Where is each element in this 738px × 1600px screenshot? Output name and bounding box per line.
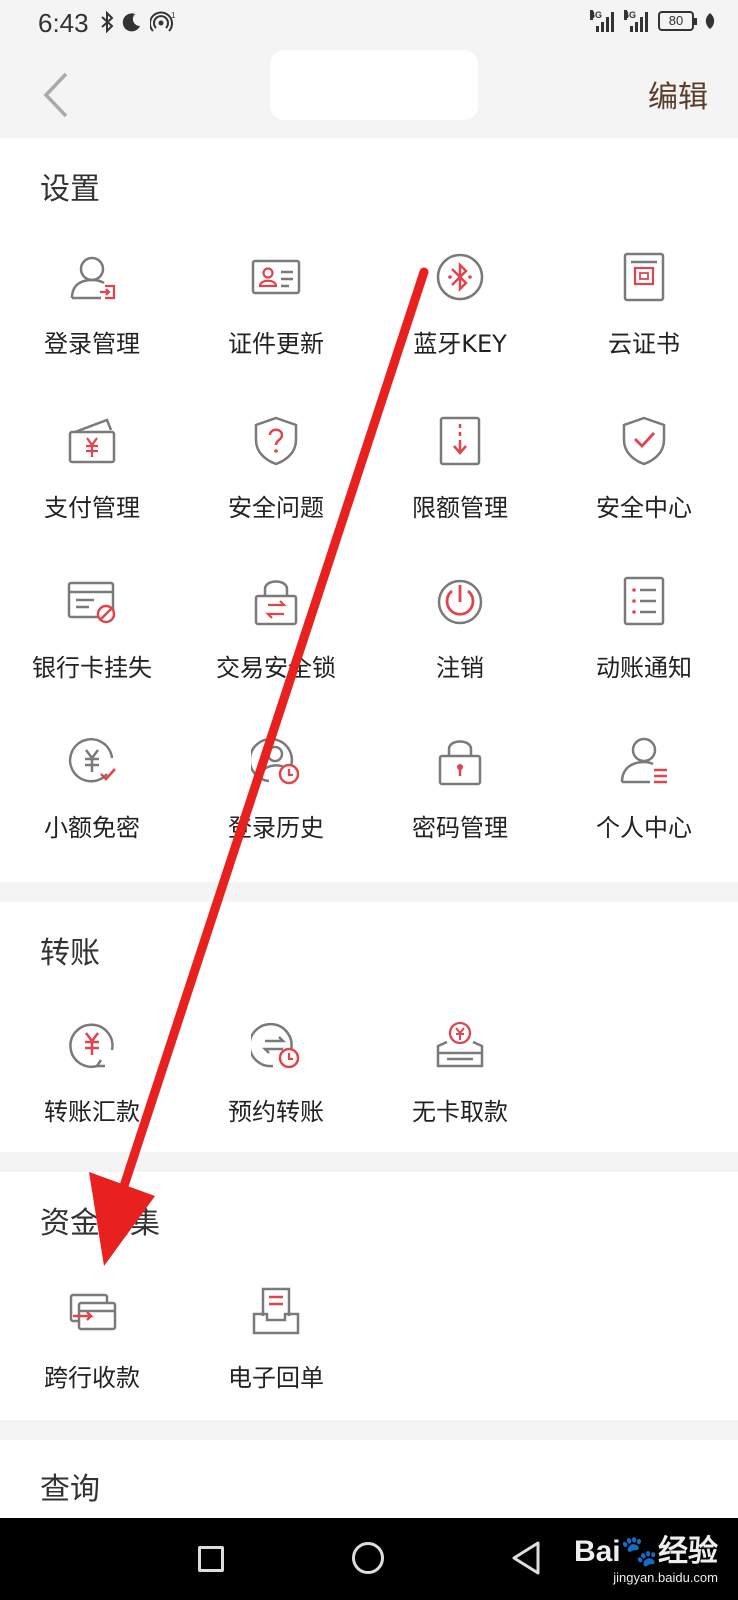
grid-item-label: 安全问题: [228, 494, 324, 522]
yen-transfer-icon: [69, 1023, 114, 1068]
moon-icon: [122, 13, 140, 32]
grid-item-security-question[interactable]: 安全问题: [184, 416, 368, 546]
grid-item-limit-management[interactable]: 限额管理: [368, 416, 552, 546]
scheduled-transfer-icon: [251, 1022, 300, 1069]
user-profile-icon: [620, 737, 667, 784]
grid-item-account-notice[interactable]: 动账通知: [552, 576, 736, 706]
grid-item-label: 限额管理: [412, 494, 508, 522]
grid-item-label: 密码管理: [412, 814, 508, 842]
section-title: 转账: [40, 936, 100, 971]
grid-item-label: 跨行收款: [44, 1364, 140, 1392]
grid-item-label: 动账通知: [596, 654, 692, 682]
padlock-icon: [438, 740, 482, 786]
grid-item-label: 登录历史: [228, 814, 324, 842]
grid-item-login-management[interactable]: 登录管理: [0, 252, 184, 382]
leaf-icon: [705, 13, 715, 29]
watermark-logo: Bai🐾经验 jingyan.baidu.com: [573, 1535, 718, 1585]
home-button[interactable]: [352, 1542, 384, 1574]
card-blocked-icon: [67, 581, 116, 624]
yen-check-icon: [68, 738, 116, 783]
transfer-section: 转账 转账汇款 预约转账 无卡取款: [0, 902, 738, 1152]
signal-icon: 4G: [624, 10, 648, 32]
grid-item-small-amount-free[interactable]: 小额免密: [0, 736, 184, 866]
section-title: 查询: [40, 1472, 100, 1507]
grid-item-label: 证件更新: [228, 330, 324, 358]
svg-text:1: 1: [171, 11, 176, 20]
grid-item-login-history[interactable]: 登录历史: [184, 736, 368, 866]
bluetooth-icon: [436, 253, 484, 301]
status-bar: 6:43 1 4G 4G 80: [0, 0, 738, 52]
grid-item-label: 个人中心: [596, 814, 692, 842]
list-notice-icon: [623, 576, 665, 626]
grid-item-label: 预约转账: [228, 1098, 324, 1126]
grid-item-id-update[interactable]: 证件更新: [184, 252, 368, 382]
settings-section: 设置 登录管理 证件更新 蓝牙KEY 云证书 支付管理 安全问题 限额管理 安全…: [0, 138, 738, 882]
grid-item-password-management[interactable]: 密码管理: [368, 736, 552, 866]
grid-item-card-report-loss[interactable]: 银行卡挂失: [0, 576, 184, 706]
e-receipt-icon: [252, 1287, 300, 1335]
lock-transfer-icon: [254, 580, 298, 626]
status-icons-left: 1: [100, 10, 176, 34]
grid-item-label: 云证书: [608, 330, 680, 358]
power-icon: [437, 579, 483, 625]
grid-item-cloud-certificate[interactable]: 云证书: [552, 252, 736, 382]
wallet-yen-icon: [68, 418, 116, 464]
battery-indicator: 80: [658, 11, 697, 31]
grid-item-payment-management[interactable]: 支付管理: [0, 416, 184, 546]
grid-item-transfer-remit[interactable]: 转账汇款: [0, 1020, 184, 1150]
signal-icon: 4G: [590, 10, 614, 32]
grid-item-label: 注销: [436, 654, 484, 682]
cardless-withdraw-icon: [436, 1021, 484, 1068]
edit-button[interactable]: 编辑: [648, 72, 708, 116]
section-title: 设置: [40, 172, 100, 207]
grid-item-label: 蓝牙KEY: [413, 330, 507, 358]
paw-icon: 🐾: [620, 1535, 658, 1568]
page-title-placeholder: [270, 50, 478, 120]
funds-collection-section: 资金归集 跨行收款 电子回单: [0, 1172, 738, 1420]
grid-item-personal-center[interactable]: 个人中心: [552, 736, 736, 866]
grid-item-label: 无卡取款: [412, 1098, 508, 1126]
grid-item-cross-bank-collect[interactable]: 跨行收款: [0, 1286, 184, 1416]
grid-item-label: 交易安全锁: [216, 654, 336, 682]
grid-item-label: 登录管理: [44, 330, 140, 358]
user-clock-icon: [251, 737, 300, 785]
query-section: 查询: [0, 1440, 738, 1518]
user-login-icon: [70, 256, 116, 300]
bluetooth-status-icon: [101, 11, 114, 33]
back-triangle-icon[interactable]: [510, 1540, 544, 1576]
grid-item-label: 小额免密: [44, 814, 140, 842]
shield-check-icon: [622, 416, 666, 466]
section-title: 资金归集: [40, 1206, 160, 1241]
hotspot-icon: 1: [150, 11, 176, 32]
grid-item-label: 支付管理: [44, 494, 140, 522]
status-icons-right: 4G 4G 80: [590, 10, 716, 32]
grid-item-bluetooth-key[interactable]: 蓝牙KEY: [368, 252, 552, 382]
grid-item-scheduled-transfer[interactable]: 预约转账: [184, 1020, 368, 1150]
grid-item-logout[interactable]: 注销: [368, 576, 552, 706]
back-arrow-icon[interactable]: [38, 70, 78, 120]
shield-question-icon: [254, 416, 298, 466]
grid-item-label: 电子回单: [228, 1364, 324, 1392]
grid-item-label: 安全中心: [596, 494, 692, 522]
limit-icon: [439, 416, 481, 466]
grid-item-transaction-lock[interactable]: 交易安全锁: [184, 576, 368, 706]
grid-item-e-receipt[interactable]: 电子回单: [184, 1286, 368, 1416]
grid-item-security-center[interactable]: 安全中心: [552, 416, 736, 546]
id-card-icon: [251, 259, 301, 295]
grid-item-label: 转账汇款: [44, 1098, 140, 1126]
grid-item-label: 银行卡挂失: [32, 654, 152, 682]
recent-apps-button[interactable]: [198, 1546, 224, 1572]
status-time: 6:43: [38, 8, 89, 38]
grid-item-cardless-withdraw[interactable]: 无卡取款: [368, 1020, 552, 1150]
certificate-icon: [623, 252, 665, 302]
system-navigation-bar: Bai🐾经验 jingyan.baidu.com: [0, 1518, 738, 1600]
cross-bank-card-icon: [69, 1293, 117, 1331]
